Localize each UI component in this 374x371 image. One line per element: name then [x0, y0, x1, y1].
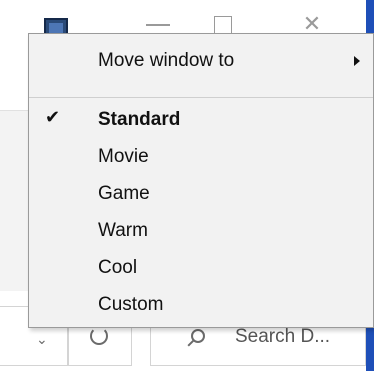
menu-item-warm[interactable]: Warm — [29, 213, 373, 249]
menu-item-label: Move window to — [98, 50, 235, 71]
submenu-arrow-icon — [354, 56, 360, 66]
search-placeholder: Search D... — [235, 326, 331, 347]
side-panel — [0, 110, 30, 291]
menu-separator — [29, 97, 373, 98]
menu-item-label: Standard — [98, 109, 181, 130]
search-icon — [191, 329, 205, 343]
minimize-button[interactable] — [146, 24, 170, 26]
menu-item-cool[interactable]: Cool — [29, 250, 373, 286]
menu-item-label: Warm — [98, 220, 148, 241]
maximize-button[interactable] — [214, 16, 232, 34]
menu-item-label: Custom — [98, 294, 164, 315]
menu-item-label: Game — [98, 183, 150, 204]
menu-item-label: Cool — [98, 257, 138, 278]
context-menu: Move window to ✔ Standard Movie Game War… — [28, 33, 374, 328]
menu-item-label: Movie — [98, 146, 149, 167]
menu-item-game[interactable]: Game — [29, 176, 373, 212]
menu-item-movie[interactable]: Movie — [29, 139, 373, 175]
refresh-icon — [90, 327, 108, 345]
menu-item-move-window-to[interactable]: Move window to — [29, 43, 373, 79]
checkmark-icon: ✔ — [45, 107, 61, 127]
title-bar: ✕ — [0, 0, 374, 40]
chevron-down-icon: ⌄ — [36, 331, 48, 347]
menu-item-custom[interactable]: Custom — [29, 287, 373, 323]
menu-item-standard[interactable]: ✔ Standard — [29, 102, 373, 138]
